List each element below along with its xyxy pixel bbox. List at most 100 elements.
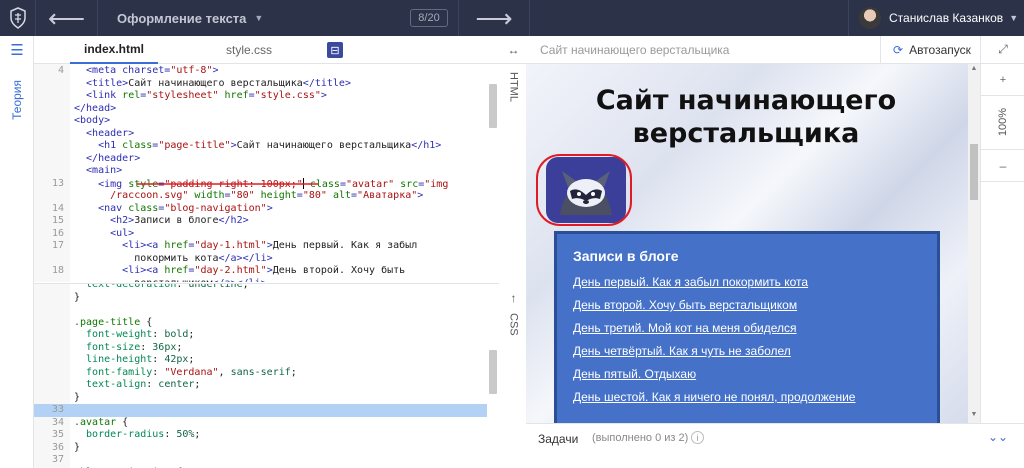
plus-icon: + [999, 73, 1007, 86]
preview-header: Сайт начинающего верстальщика ⟳ Автозапу… [526, 36, 980, 64]
chevron-down-icon: ▼ [1009, 13, 1019, 23]
arrow-right-icon: ⟶ [475, 3, 513, 33]
line-number: 35 [51, 429, 64, 440]
code-text: .avatar { [74, 416, 129, 428]
tasks-bar[interactable]: Задачи (выполнено 0 из 2) i ⌄⌄ [526, 423, 1024, 468]
css-editor-scrollbar[interactable] [489, 350, 497, 394]
double-chevron-down-icon[interactable]: ⌄⌄ [988, 430, 1008, 444]
list-item: День второй. Хочу быть верстальщиком [573, 297, 921, 313]
preview-scrollbar-thumb[interactable] [970, 144, 978, 200]
refresh-icon: ⟳ [893, 43, 904, 57]
line-number: 36 [51, 441, 64, 453]
preview-page-title: Сайт начинающего верстальщика [540, 43, 730, 57]
menu-button[interactable]: ☰ [0, 36, 34, 64]
next-lesson-button[interactable]: ⟶ [458, 0, 530, 36]
user-avatar [859, 7, 881, 29]
line-number: 34 [51, 416, 64, 428]
annotation-underline [137, 183, 318, 185]
preview-frame[interactable]: Сайт начинающего верстальщика Записи в б… [526, 64, 980, 423]
blog-navigation: Записи в блоге День первый. Как я забыл … [554, 231, 940, 423]
user-menu[interactable]: Станислав Казанков ▼ [848, 0, 1024, 36]
code-text: } [74, 441, 81, 453]
tab-style-css[interactable]: style.css [212, 36, 286, 64]
blog-link[interactable]: День первый. Как я забыл покормить кота [573, 275, 808, 289]
code-line[interactable]: } [34, 392, 487, 405]
arrow-left-icon: ⟵ [47, 3, 86, 33]
list-item: День первый. Как я забыл покормить кота [573, 274, 921, 290]
code-line[interactable]: font-weight: bold; [34, 329, 487, 342]
line-number: 37 [51, 454, 64, 465]
logo[interactable] [0, 0, 36, 36]
blog-link[interactable]: День пятый. Отдыхаю [573, 367, 696, 381]
code-line[interactable]: 34 .avatar { [34, 417, 487, 430]
zoom-in-button[interactable]: + [981, 64, 1024, 96]
top-bar: ⟵ Оформление текста ▼ 8/20 ⟶ Станислав К… [0, 0, 1024, 36]
html-label: HTML [507, 72, 520, 102]
blog-heading: Записи в блоге [573, 248, 679, 264]
hamburger-icon: ☰ [10, 42, 24, 59]
preview-heading: Сайт начинающего верстальщика [595, 85, 897, 149]
code-text: border-radius: 50%; [74, 429, 201, 440]
minus-icon: – [999, 158, 1007, 173]
code-line[interactable]: font-family: "Verdana", sans-serif; [34, 367, 487, 380]
blog-link[interactable]: День второй. Хочу быть верстальщиком [573, 298, 797, 312]
swap-arrows-icon: ↔ [507, 42, 520, 57]
code-line[interactable]: text-align: center; [34, 379, 487, 392]
blog-link[interactable]: День четвёртый. Как я чуть не заболел [573, 344, 791, 358]
info-icon[interactable]: i [691, 431, 704, 444]
tab-index-html[interactable]: index.html [70, 36, 159, 64]
preview-tools: ⤢ + 100% – [980, 36, 1024, 423]
list-item: День четвёртый. Как я чуть не заболел [573, 343, 921, 359]
code-line[interactable]: 33 [34, 404, 487, 417]
code-text: font-weight: bold; [74, 329, 195, 340]
theory-tab[interactable]: Теория [10, 80, 24, 120]
arrow-up-icon[interactable]: ↑ [511, 291, 517, 305]
list-item: День шестой. Как я ничего не понял, прод… [573, 389, 921, 405]
tasks-status: (выполнено 0 из 2) [592, 432, 689, 444]
css-editor[interactable]: text-decoration: underline;} .page-title … [34, 283, 499, 468]
prev-lesson-button[interactable]: ⟵ [36, 0, 98, 36]
code-line[interactable]: } [34, 292, 487, 305]
scroll-up-icon[interactable]: ▲ [968, 65, 980, 72]
autorun-label: Автозапуск [909, 43, 971, 57]
swap-panes-button[interactable]: ↔ [501, 36, 526, 64]
css-pane-label: ↑ CSS [501, 283, 526, 468]
code-line[interactable]: 36} [34, 442, 487, 455]
layout-toggle-button[interactable]: ⊟ [327, 42, 343, 58]
line-number: 33 [51, 404, 64, 415]
editor-tabs: index.html style.css ⊟ [34, 36, 501, 64]
layout-icon: ⊟ [330, 44, 340, 57]
list-item: День третий. Мой кот на меня обиделся [573, 320, 921, 336]
code-text: } [74, 291, 81, 303]
code-line[interactable]: 35 border-radius: 50%; [34, 429, 487, 442]
blog-link[interactable]: День третий. Мой кот на меня обиделся [573, 321, 797, 335]
code-line[interactable] [34, 304, 487, 317]
code-text: line-height: 42px; [74, 354, 195, 365]
code-line[interactable]: font-size: 36px; [34, 342, 487, 355]
code-text: text-decoration: underline; [74, 283, 249, 290]
fullscreen-button[interactable]: ⤢ [981, 36, 1024, 64]
html-pane-label: HTML [501, 64, 526, 282]
highlight-circle-annotation [536, 154, 632, 226]
blog-link[interactable]: День шестой. Как я ничего не понял, прод… [573, 390, 855, 404]
code-text: font-family: "Verdana", sans-serif; [74, 366, 297, 378]
lesson-title-dropdown[interactable]: Оформление текста ▼ [117, 0, 263, 36]
list-item: День пятый. Отдыхаю [573, 366, 921, 382]
expand-icon: ⤢ [998, 42, 1008, 56]
chevron-down-icon: ▼ [254, 13, 264, 23]
lesson-progress: 8/20 [410, 9, 448, 27]
css-label: CSS [507, 313, 520, 336]
html-editor[interactable]: 4 <meta charset="utf-8"> <title>Сайт нач… [34, 64, 499, 282]
code-line[interactable]: .page-title { [34, 317, 487, 330]
lesson-title: Оформление текста [117, 10, 247, 26]
zoom-value: 100% [997, 108, 1009, 137]
shield-logo-icon [9, 7, 26, 29]
code-line[interactable]: line-height: 42px; [34, 354, 487, 367]
code-text: font-size: 36px; [74, 341, 183, 353]
zoom-out-button[interactable]: – [981, 150, 1024, 182]
preview-scrollbar-track[interactable] [968, 64, 980, 423]
code-text: text-align: center; [74, 379, 201, 390]
scroll-down-icon[interactable]: ▼ [968, 411, 980, 418]
autorun-button[interactable]: ⟳ Автозапуск [880, 36, 980, 64]
code-line[interactable]: 37 [34, 454, 487, 467]
